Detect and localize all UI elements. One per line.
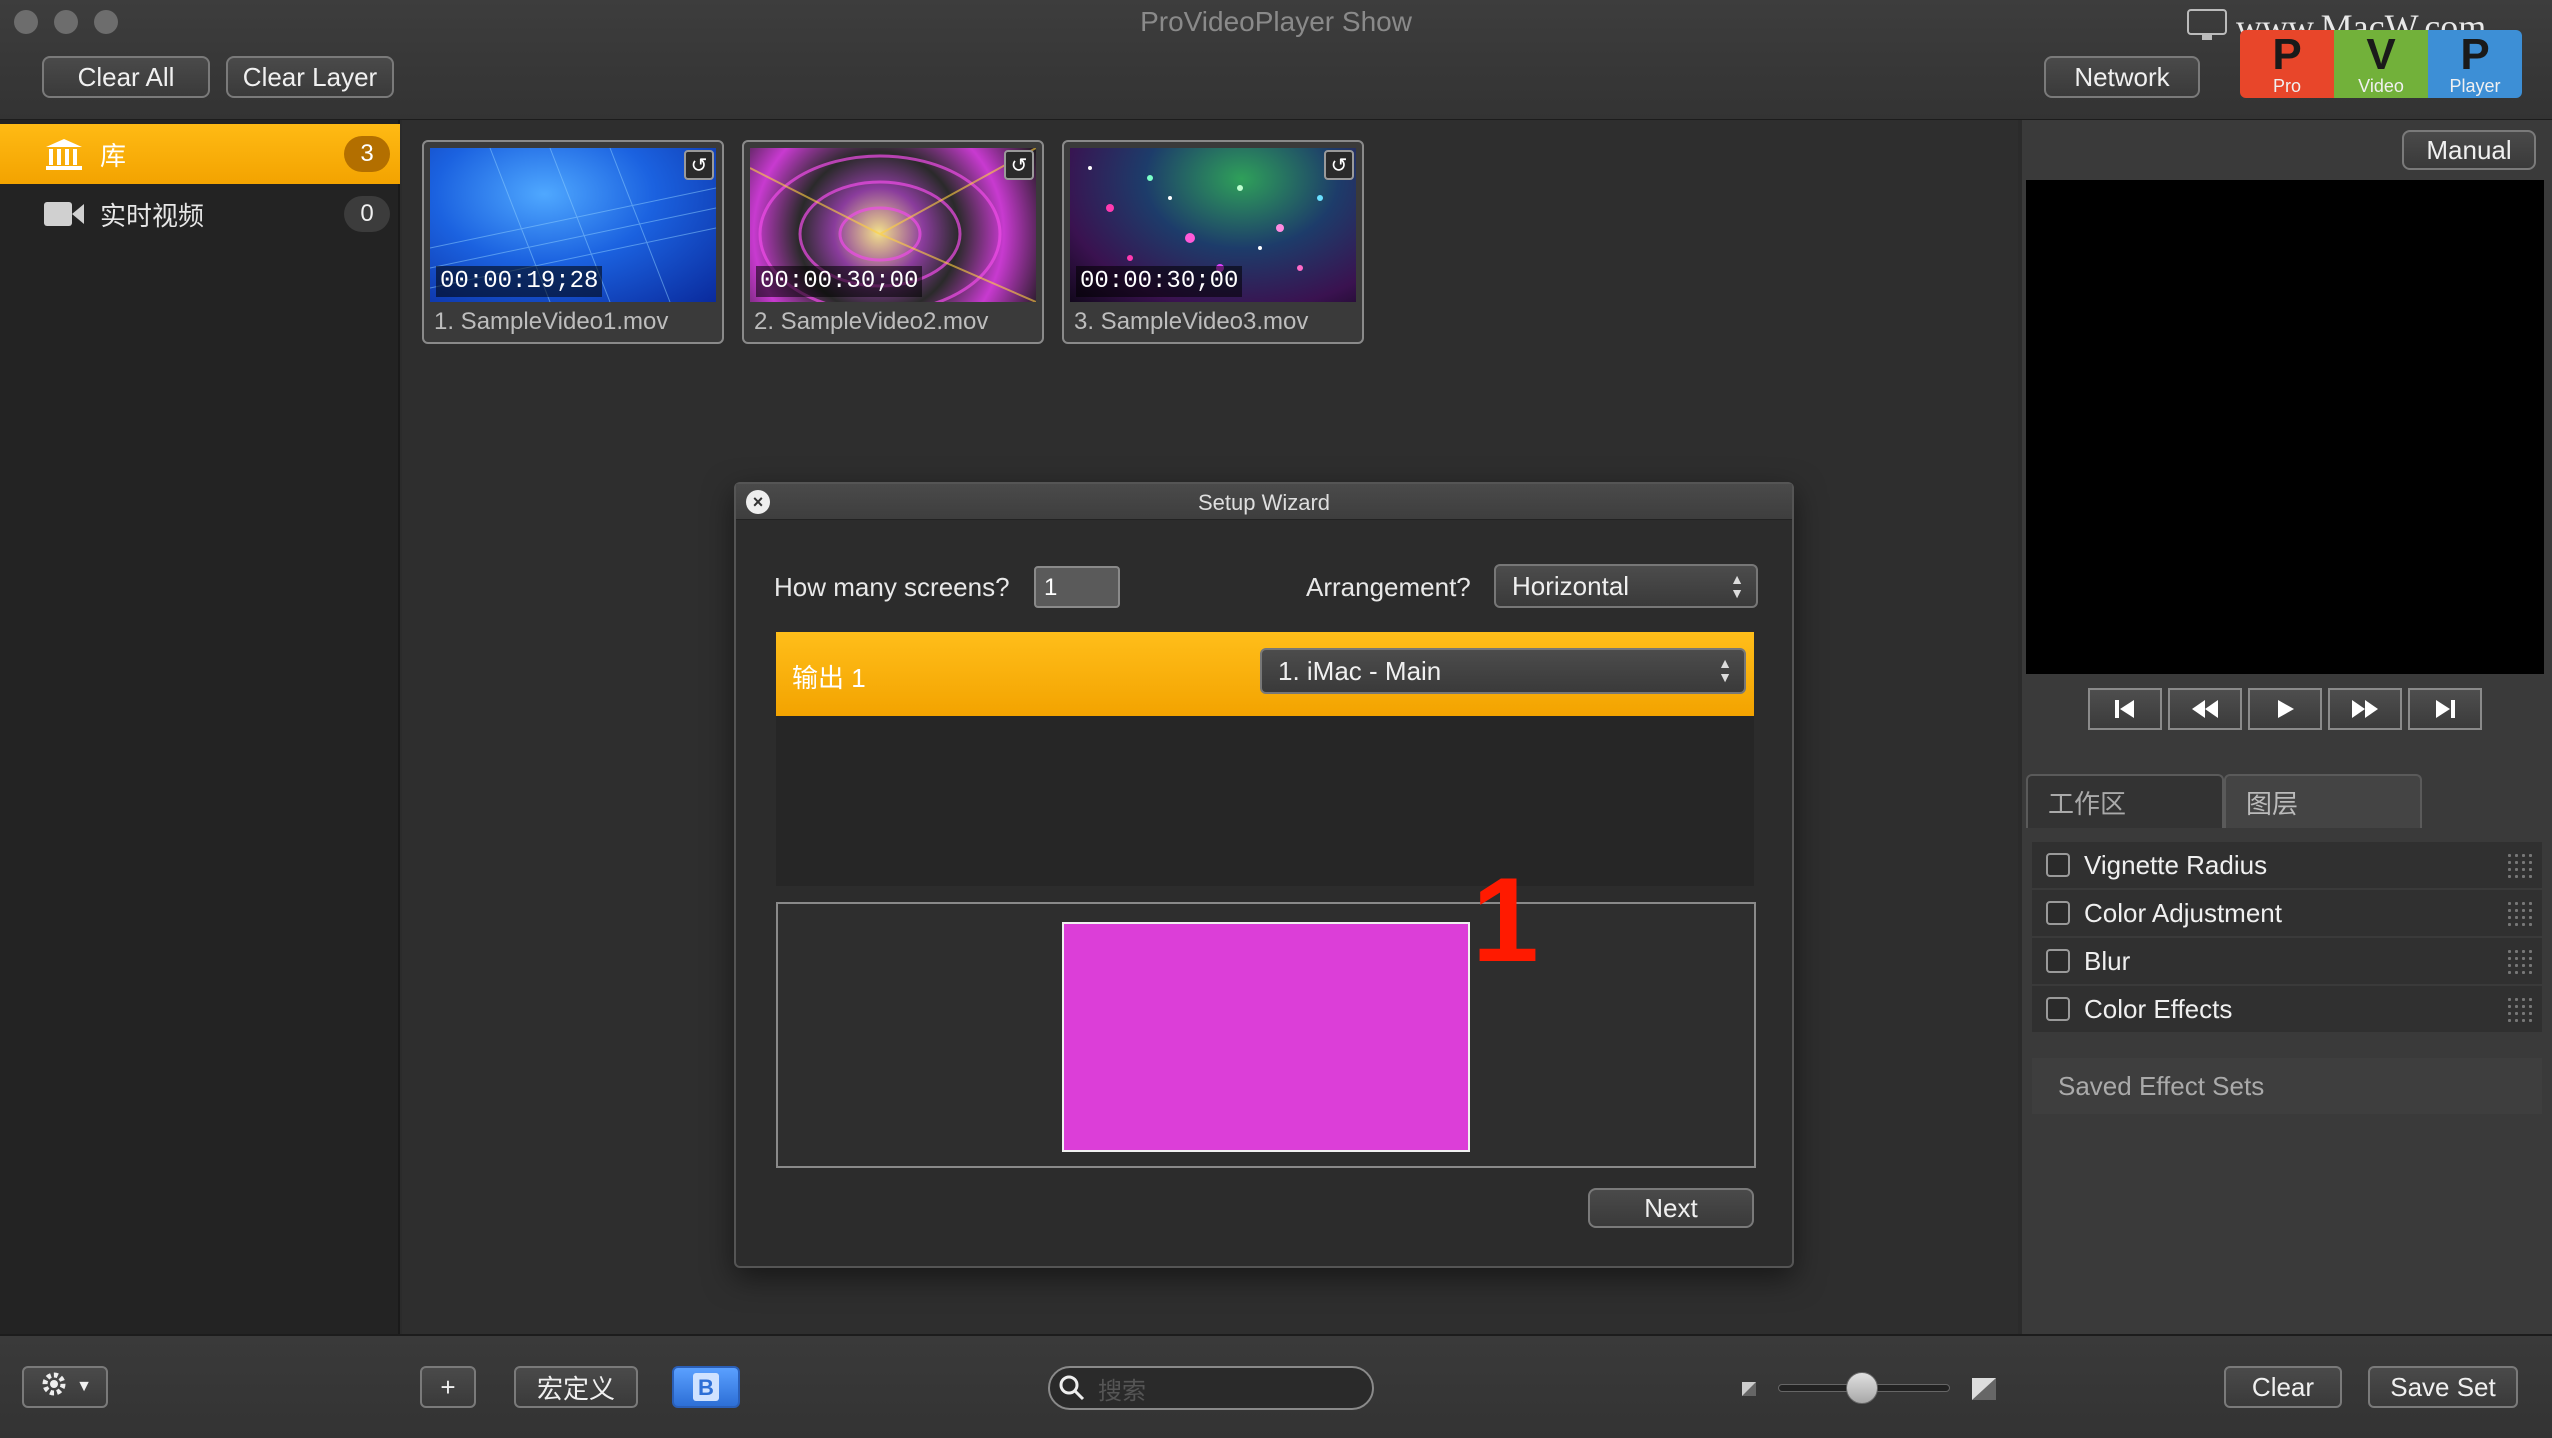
sidebar: 库 3 实时视频 0 — [0, 120, 400, 1334]
logo-cell-player: P Player — [2428, 30, 2522, 98]
sidebar-item-label: 实时视频 — [100, 200, 205, 231]
zoom-out-icon — [1740, 1380, 1758, 1398]
drag-handle-icon[interactable] — [2506, 852, 2534, 880]
loop-icon[interactable]: ↺ — [1324, 150, 1354, 180]
media-item[interactable]: ↺ 00:00:30;00 3. SampleVideo3.mov — [1062, 140, 1364, 344]
output-display-select[interactable]: 1. iMac - Main ▲ ▼ — [1260, 648, 1746, 694]
sidebar-item-library[interactable]: 库 3 — [0, 124, 400, 184]
file-name: 1. SampleVideo1.mov — [434, 308, 669, 335]
effect-label: Color Adjustment — [2084, 897, 2282, 928]
effect-label: Color Effects — [2084, 993, 2233, 1024]
search-input[interactable]: 搜索 — [1048, 1366, 1374, 1410]
clear-layer-button[interactable]: Clear Layer — [226, 56, 394, 98]
media-item[interactable]: ↺ 00:00:30;00 2. SampleVideo2.mov — [742, 140, 1044, 344]
settings-menu-button[interactable]: ▼ — [22, 1366, 108, 1408]
sidebar-item-label: 库 — [100, 140, 127, 171]
effect-label: Vignette Radius — [2084, 849, 2268, 880]
setup-wizard-dialog: × Setup Wizard How many screens? 1 Arran… — [734, 482, 1794, 1268]
screen-number-label: 1 — [1472, 853, 1539, 987]
file-name: 2. SampleVideo2.mov — [754, 308, 989, 335]
search-icon — [1058, 1374, 1086, 1402]
screen-1-rectangle[interactable] — [1062, 922, 1470, 1152]
app-logo: P Pro V Video P Player — [2240, 30, 2522, 98]
right-panel: Manual 工作区 图层 Vignette Radius Color Adju… — [2022, 120, 2552, 1334]
rewind-icon[interactable] — [2168, 688, 2242, 730]
tab-workspace[interactable]: 工作区 — [2026, 774, 2224, 828]
saved-effect-sets-header[interactable]: Saved Effect Sets — [2032, 1058, 2542, 1114]
bible-icon[interactable]: B — [672, 1366, 740, 1408]
effect-row-blur[interactable]: Blur — [2032, 938, 2542, 984]
count-badge: 3 — [344, 136, 390, 172]
arrangement-value: Horizontal — [1512, 570, 1630, 601]
effect-checkbox[interactable] — [2046, 853, 2070, 877]
effect-checkbox[interactable] — [2046, 901, 2070, 925]
output-preview — [2026, 180, 2544, 674]
drag-handle-icon[interactable] — [2506, 948, 2534, 976]
clear-button[interactable]: Clear — [2224, 1366, 2342, 1408]
macro-button[interactable]: 宏定义 — [514, 1366, 638, 1408]
manual-button[interactable]: Manual — [2402, 130, 2536, 170]
window-title: ProVideoPlayer Show — [1140, 6, 1412, 37]
bottom-bar: ▼ + 宏定义 B 搜索 Clear Save Set — [0, 1334, 2552, 1438]
title-bar: ProVideoPlayer Show Clear All Clear Laye… — [0, 0, 2552, 120]
effect-row-color-adjustment[interactable]: Color Adjustment — [2032, 890, 2542, 936]
screen-layout-preview — [776, 902, 1756, 1168]
output-label: 输出 1 — [792, 663, 866, 693]
svg-text:B: B — [698, 1375, 714, 1400]
skip-to-end-icon[interactable] — [2408, 688, 2482, 730]
timecode: 00:00:30;00 — [1076, 266, 1243, 297]
timecode: 00:00:30;00 — [756, 266, 923, 297]
tab-layers[interactable]: 图层 — [2224, 774, 2422, 828]
logo-cell-video: V Video — [2334, 30, 2428, 98]
fast-forward-icon[interactable] — [2328, 688, 2402, 730]
library-icon — [42, 137, 86, 171]
video-camera-icon — [42, 197, 86, 231]
clear-all-button[interactable]: Clear All — [42, 56, 210, 98]
effect-checkbox[interactable] — [2046, 949, 2070, 973]
effect-label: Blur — [2084, 945, 2131, 976]
screens-count-label: How many screens? — [774, 572, 1010, 602]
loop-icon[interactable]: ↺ — [1004, 150, 1034, 180]
timecode: 00:00:19;28 — [436, 266, 603, 297]
add-button[interactable]: + — [420, 1366, 476, 1408]
effect-checkbox[interactable] — [2046, 997, 2070, 1021]
play-icon[interactable] — [2248, 688, 2322, 730]
save-set-button[interactable]: Save Set — [2368, 1366, 2518, 1408]
skip-to-start-icon[interactable] — [2088, 688, 2162, 730]
effect-row-vignette-radius[interactable]: Vignette Radius — [2032, 842, 2542, 888]
updown-arrows-icon: ▲ ▼ — [1718, 655, 1732, 685]
output-row[interactable]: 输出 1 1. iMac - Main ▲ ▼ — [776, 632, 1754, 716]
gear-icon — [38, 1368, 70, 1407]
output-list — [776, 716, 1754, 886]
logo-cell-pro: P Pro — [2240, 30, 2334, 98]
count-badge: 0 — [344, 196, 390, 232]
effects-list: Vignette Radius Color Adjustment Blur Co… — [2032, 842, 2542, 1034]
loop-icon[interactable]: ↺ — [684, 150, 714, 180]
arrangement-select[interactable]: Horizontal ▲ ▼ — [1494, 564, 1758, 608]
updown-arrows-icon: ▲ ▼ — [1730, 571, 1744, 601]
zoom-in-icon — [1970, 1376, 1998, 1402]
zoom-slider-handle[interactable] — [1846, 1372, 1878, 1404]
network-button[interactable]: Network — [2044, 56, 2200, 98]
chevron-down-icon: ▼ — [76, 1378, 92, 1395]
sidebar-item-live-video[interactable]: 实时视频 0 — [0, 184, 400, 244]
monitor-icon — [2186, 8, 2228, 42]
arrangement-label: Arrangement? — [1306, 572, 1471, 602]
output-display-value: 1. iMac - Main — [1278, 655, 1442, 686]
screens-count-input[interactable]: 1 — [1034, 566, 1120, 608]
dialog-title: Setup Wizard — [1197, 490, 1331, 515]
drag-handle-icon[interactable] — [2506, 996, 2534, 1024]
file-name: 3. SampleVideo3.mov — [1074, 308, 1309, 335]
media-item[interactable]: ↺ 00:00:19;28 1. SampleVideo1.mov — [422, 140, 724, 344]
next-button[interactable]: Next — [1588, 1188, 1754, 1228]
effect-row-color-effects[interactable]: Color Effects — [2032, 986, 2542, 1032]
dialog-title-bar: × Setup Wizard — [736, 484, 1792, 520]
drag-handle-icon[interactable] — [2506, 900, 2534, 928]
